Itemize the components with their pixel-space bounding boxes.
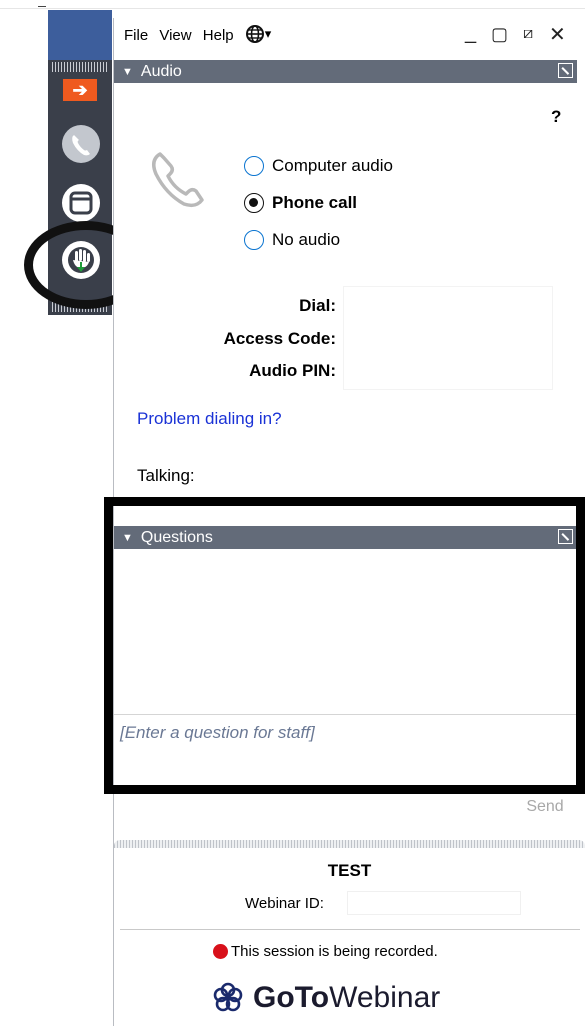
radio-computer-audio[interactable]: Computer audio (244, 155, 393, 177)
maximize-button[interactable]: ⧄ (523, 25, 533, 43)
language-menu[interactable]: ▾ (245, 24, 279, 44)
talking-label: Talking: (137, 466, 195, 485)
radio-label: No audio (272, 230, 341, 249)
popout-icon[interactable] (558, 63, 573, 78)
send-button[interactable]: Send (517, 794, 573, 820)
access-code-label: Access Code: (223, 329, 336, 348)
brand-bold: GoTo (253, 981, 330, 1014)
dial-info-values (344, 287, 552, 389)
radio-phone-call[interactable]: Phone call (244, 192, 357, 214)
radio-button-selected[interactable] (244, 193, 264, 213)
desktop-artifact (38, 6, 46, 7)
audio-section-title: Audio (140, 63, 182, 80)
menu-file[interactable]: File (124, 27, 148, 44)
radio-button[interactable] (244, 156, 264, 176)
brand-light: Webinar (329, 981, 441, 1014)
footer-divider (120, 929, 580, 930)
close-button[interactable]: ✕ (549, 22, 566, 47)
problem-dialing-link[interactable]: Problem dialing in? (137, 409, 282, 429)
phone-handset-icon (152, 152, 204, 208)
top-edge-line (0, 8, 585, 9)
chevron-down-icon: ▾ (264, 26, 272, 41)
minimize-button[interactable]: _ (465, 22, 476, 45)
webinar-title: TEST (327, 861, 372, 880)
recording-notice: This session is being recorded. (213, 943, 438, 960)
radio-button[interactable] (244, 230, 264, 250)
audio-section-header[interactable]: ▼ Audio (114, 60, 577, 83)
gotowebinar-logo: GoTo Webinar (211, 981, 440, 1015)
questions-highlight-box (104, 497, 585, 794)
strip-grip-top[interactable] (52, 62, 108, 72)
phone-icon (72, 135, 90, 156)
radio-label: Phone call (272, 193, 358, 212)
radio-label: Computer audio (272, 156, 393, 175)
audio-phone-button[interactable] (62, 125, 100, 163)
menu-help[interactable]: Help (203, 27, 234, 44)
recording-text: This session is being recorded. (231, 943, 438, 960)
webinar-id-label: Webinar ID: (245, 895, 324, 912)
collapse-triangle-icon: ▼ (122, 66, 133, 78)
restore-button[interactable]: ▢ (491, 24, 508, 45)
dial-label: Dial: (299, 296, 336, 315)
recording-dot-icon (213, 944, 228, 959)
menu-bar: File View Help ▾ (124, 24, 285, 44)
expand-panel-arrow-button[interactable]: ➔ (63, 79, 97, 101)
dashboard-button[interactable] (62, 184, 100, 222)
panel-splitter[interactable] (114, 840, 585, 848)
audio-pin-label: Audio PIN: (249, 361, 336, 380)
globe-icon (245, 25, 264, 43)
menu-view[interactable]: View (159, 27, 191, 44)
control-strip-header (48, 10, 112, 60)
audio-help-button[interactable]: ? (551, 107, 561, 127)
radio-no-audio[interactable]: No audio (244, 229, 340, 251)
webinar-id-value (348, 892, 520, 914)
gotowebinar-flower-icon (213, 982, 243, 1012)
window-icon (69, 191, 93, 215)
